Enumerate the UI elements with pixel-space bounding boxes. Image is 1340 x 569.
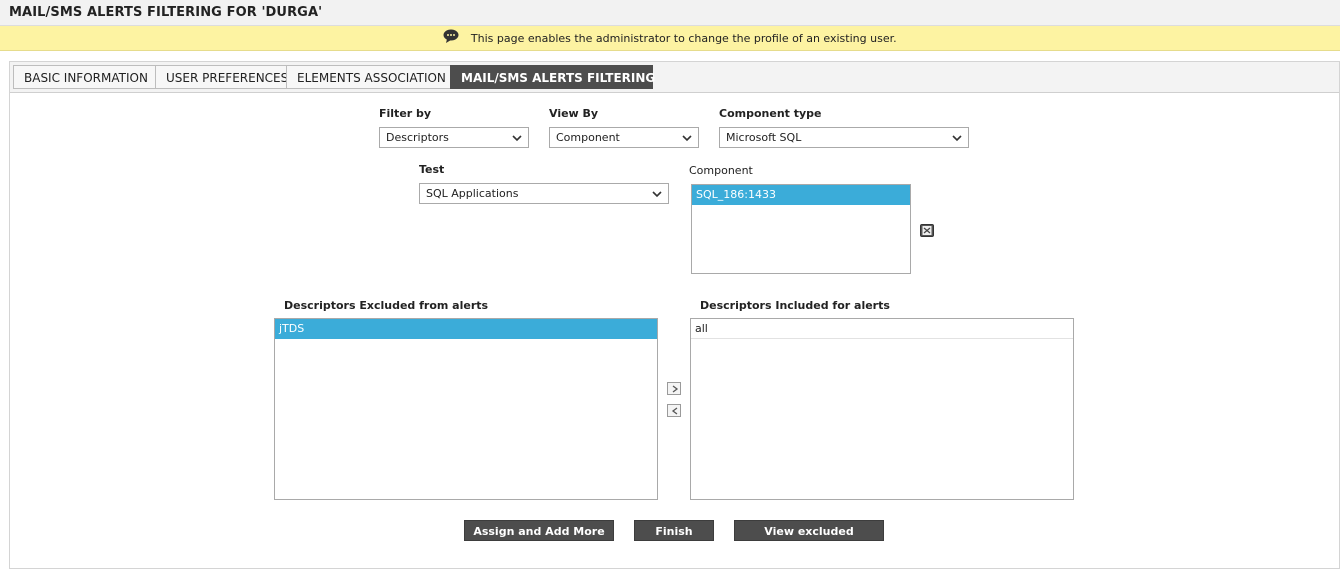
chevron-right-icon bbox=[672, 385, 679, 393]
move-left-button[interactable] bbox=[667, 404, 681, 417]
chevron-left-icon bbox=[671, 407, 678, 415]
excluded-descriptor-item[interactable]: jTDS bbox=[275, 319, 657, 339]
calculator-icon[interactable] bbox=[920, 222, 934, 237]
included-descriptors-listbox[interactable]: all bbox=[690, 318, 1074, 500]
speech-bubble-icon bbox=[443, 29, 459, 46]
included-descriptor-item[interactable]: all bbox=[691, 319, 1073, 339]
component-label: Component bbox=[689, 164, 753, 177]
assign-and-add-more-button[interactable]: Assign and Add More bbox=[464, 520, 614, 541]
test-label: Test bbox=[419, 163, 445, 176]
tab-strip: BASIC INFORMATION USER PREFERENCES ELEME… bbox=[10, 62, 1339, 93]
tab-basic-information[interactable]: BASIC INFORMATION bbox=[13, 65, 156, 89]
component-type-label: Component type bbox=[719, 107, 822, 120]
view-by-select[interactable]: Component bbox=[549, 127, 699, 148]
info-bar: This page enables the administrator to c… bbox=[0, 26, 1340, 51]
filter-by-value: Descriptors bbox=[386, 131, 449, 144]
main-panel: BASIC INFORMATION USER PREFERENCES ELEME… bbox=[9, 61, 1340, 569]
chevron-down-icon bbox=[652, 191, 662, 198]
tab-elements-association[interactable]: ELEMENTS ASSOCIATION bbox=[286, 65, 451, 89]
excluded-descriptors-listbox[interactable]: jTDS bbox=[274, 318, 658, 500]
filter-by-select[interactable]: Descriptors bbox=[379, 127, 529, 148]
view-by-value: Component bbox=[556, 131, 620, 144]
page-title: MAIL/SMS ALERTS FILTERING FOR 'DURGA' bbox=[9, 5, 323, 20]
component-type-select[interactable]: Microsoft SQL bbox=[719, 127, 969, 148]
view-excluded-elements-button[interactable]: View excluded elements bbox=[734, 520, 884, 559]
component-list-item[interactable]: SQL_186:1433 bbox=[692, 185, 910, 205]
component-listbox[interactable]: SQL_186:1433 bbox=[691, 184, 911, 274]
view-by-label: View By bbox=[549, 107, 599, 120]
chevron-down-icon bbox=[952, 135, 962, 142]
tab-mail-sms-alerts-filtering[interactable]: MAIL/SMS ALERTS FILTERING bbox=[450, 65, 655, 89]
info-message-container: This page enables the administrator to c… bbox=[0, 29, 1340, 47]
info-message: This page enables the administrator to c… bbox=[470, 32, 897, 45]
test-value: SQL Applications bbox=[426, 187, 519, 200]
move-right-button[interactable] bbox=[667, 382, 681, 395]
finish-button[interactable]: Finish bbox=[634, 520, 714, 541]
tab-user-preferences[interactable]: USER PREFERENCES bbox=[155, 65, 288, 89]
chevron-down-icon bbox=[682, 135, 692, 142]
included-descriptors-label: Descriptors Included for alerts bbox=[700, 299, 890, 312]
filter-by-label: Filter by bbox=[379, 107, 432, 120]
chevron-down-icon bbox=[512, 135, 522, 142]
excluded-descriptors-label: Descriptors Excluded from alerts bbox=[284, 299, 489, 312]
title-bar: MAIL/SMS ALERTS FILTERING FOR 'DURGA' bbox=[0, 0, 1340, 26]
test-select[interactable]: SQL Applications bbox=[419, 183, 669, 204]
component-type-value: Microsoft SQL bbox=[726, 131, 802, 144]
